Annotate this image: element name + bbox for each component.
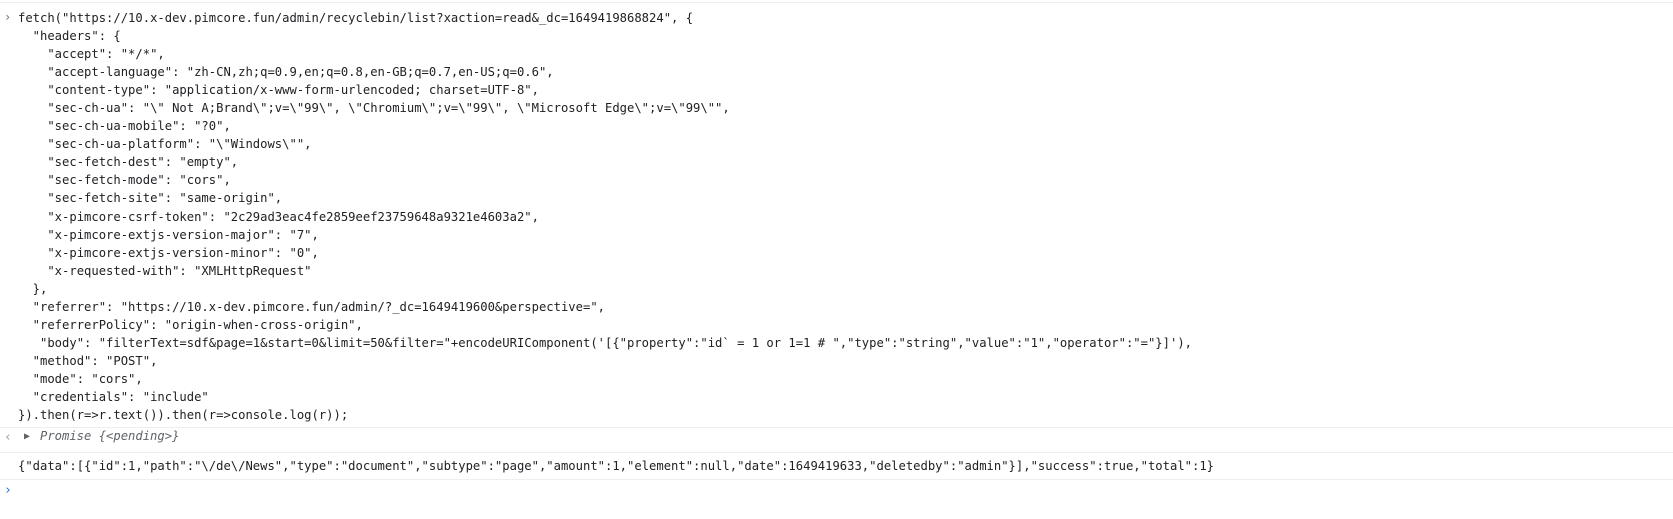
promise-pending-text[interactable]: Promise {<pending>} [40,429,179,443]
command-code[interactable]: fetch("https://10.x-dev.pimcore.fun/admi… [18,9,1192,424]
console-log-row: {"data":[{"id":1,"path":"\/de\/News","ty… [0,452,1673,479]
promise-result-row: ‹ ▶ Promise {<pending>} [0,427,1673,448]
input-prompt-chevron-icon: › [4,483,12,498]
expand-triangle-icon[interactable]: ▶ [24,431,30,442]
log-output-text: {"data":[{"id":1,"path":"\/de\/News","ty… [18,459,1215,473]
console-input-row[interactable]: › [0,479,1673,502]
console-top-border [0,2,1673,3]
result-arrow-icon: ‹ [4,430,12,445]
devtools-console: { "command": { "prompt": "›", "code": "f… [0,0,1673,519]
prompt-chevron-icon: › [4,10,12,24]
